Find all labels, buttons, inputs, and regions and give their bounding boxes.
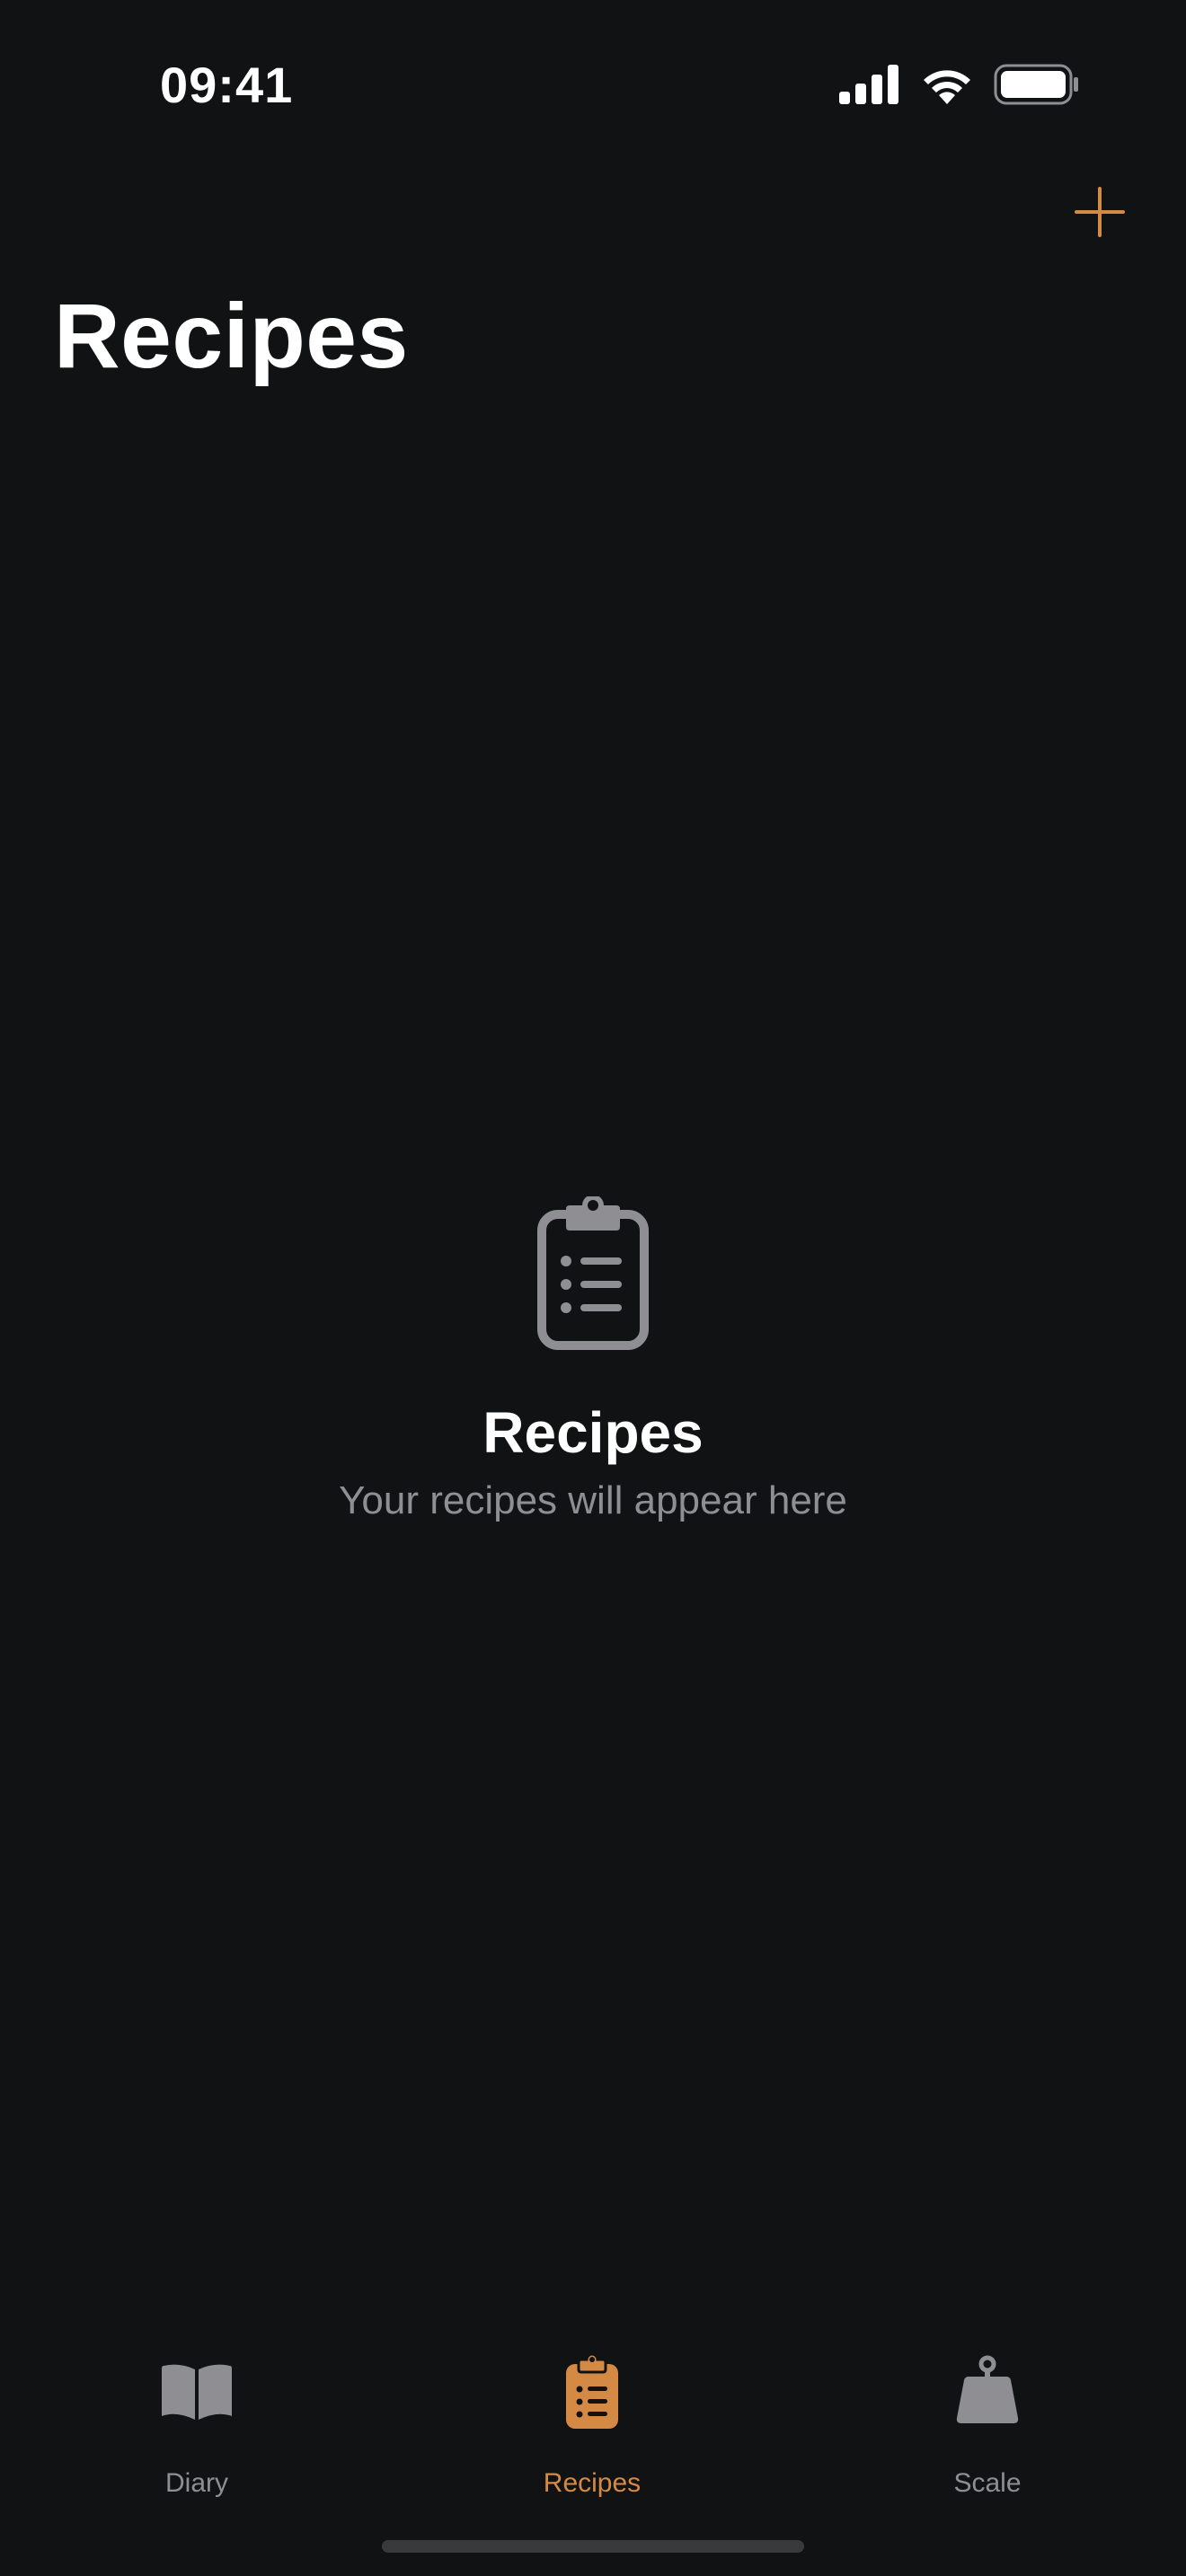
home-indicator[interactable] (382, 2540, 804, 2553)
clipboard-list-icon (566, 2355, 618, 2429)
tab-scale-label: Scale (953, 2468, 1022, 2498)
tab-recipes[interactable]: Recipes (493, 2355, 691, 2504)
wifi-icon (924, 70, 970, 104)
cellular-signal-icon (839, 65, 898, 104)
battery-icon (994, 64, 1078, 105)
plus-icon (1075, 187, 1125, 237)
book-icon (162, 2364, 232, 2420)
empty-state-title: Recipes (482, 1400, 704, 1465)
tab-scale[interactable]: Scale (889, 2355, 1086, 2504)
tab-recipes-label: Recipes (543, 2468, 642, 2498)
page-title: Recipes (54, 285, 409, 387)
tab-diary[interactable]: Diary (98, 2360, 296, 2504)
recipes-screen: 09:41 Recipes Recipes Your recipes will … (0, 0, 1186, 2576)
weight-icon (956, 2355, 1019, 2423)
clipboard-list-icon (537, 1196, 649, 1350)
add-recipe-button[interactable] (1067, 180, 1132, 244)
status-icons (839, 63, 1080, 106)
empty-state-subtitle: Your recipes will appear here (339, 1478, 847, 1522)
status-time: 09:41 (160, 57, 294, 113)
tab-diary-label: Diary (164, 2468, 228, 2498)
